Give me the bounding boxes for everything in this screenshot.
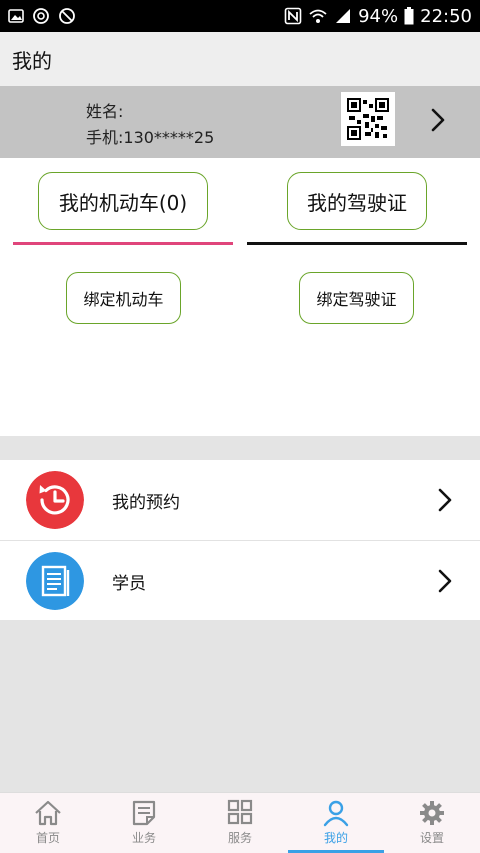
chevron-right-icon <box>438 569 452 593</box>
empty-area <box>0 620 480 792</box>
app-header: 我的 <box>0 32 480 86</box>
battery-percentage: 94% <box>358 5 399 27</box>
nav-label: 首页 <box>35 831 60 845</box>
list-item-label: 学员 <box>112 574 146 594</box>
menu-list: 我的预约 学员 <box>0 460 480 620</box>
nav-item-services[interactable]: 服务 <box>192 793 288 853</box>
profile-phone: 手机:130*****25 <box>86 128 215 147</box>
nav-label: 服务 <box>227 831 252 845</box>
list-item-label: 我的预约 <box>112 493 180 513</box>
bottom-nav: 首页 业务 服务 我的 设置 <box>0 792 480 853</box>
user-icon <box>323 800 349 827</box>
status-bar: 94% 22:50 <box>0 0 480 32</box>
tab-my-license-underline <box>247 242 467 245</box>
blocked-icon <box>59 8 75 24</box>
business-icon <box>132 800 156 826</box>
home-icon <box>35 800 61 826</box>
grid-icon <box>227 799 253 825</box>
document-icon <box>26 552 84 610</box>
tab-my-license-label: 我的驾驶证 <box>307 190 407 215</box>
nav-item-business[interactable]: 业务 <box>96 793 192 853</box>
nav-label: 我的 <box>323 831 348 845</box>
section-divider <box>0 436 480 460</box>
list-item-my-appointments[interactable]: 我的预约 <box>0 460 480 540</box>
nav-label: 设置 <box>419 831 444 845</box>
profile-name: 姓名: <box>86 102 124 121</box>
chevron-right-icon[interactable] <box>424 104 452 136</box>
tab-my-vehicles-underline <box>13 242 233 245</box>
list-item-students[interactable]: 学员 <box>0 540 480 620</box>
tab-my-vehicles[interactable]: 我的机动车(0) <box>38 172 208 230</box>
nav-item-home[interactable]: 首页 <box>0 793 96 853</box>
bind-vehicle-button[interactable]: 绑定机动车 <box>66 272 181 324</box>
nav-item-settings[interactable]: 设置 <box>384 793 480 853</box>
tab-my-vehicles-label: 我的机动车(0) <box>58 190 188 215</box>
clock: 22:50 <box>420 5 472 27</box>
history-clock-icon <box>26 471 84 529</box>
signal-icon <box>336 9 351 23</box>
tab-my-license[interactable]: 我的驾驶证 <box>287 172 427 230</box>
gallery-icon <box>8 9 24 23</box>
garage-panel: 我的机动车(0) 我的驾驶证 绑定机动车 绑定驾驶证 <box>0 158 480 436</box>
bind-vehicle-label: 绑定机动车 <box>83 290 164 309</box>
nav-item-mine[interactable]: 我的 <box>288 793 384 853</box>
nfc-icon <box>284 7 302 25</box>
qr-code-icon[interactable] <box>341 92 395 146</box>
bind-license-label: 绑定驾驶证 <box>316 290 397 309</box>
wifi-icon <box>309 9 327 23</box>
profile-card[interactable]: 姓名: 手机:130*****25 <box>0 86 480 158</box>
bind-license-button[interactable]: 绑定驾驶证 <box>299 272 414 324</box>
page-title: 我的 <box>12 48 52 73</box>
sync-icon <box>33 8 49 24</box>
nav-label: 业务 <box>131 831 156 845</box>
chevron-right-icon <box>438 488 452 512</box>
gear-icon <box>420 801 444 825</box>
battery-icon <box>404 7 414 25</box>
